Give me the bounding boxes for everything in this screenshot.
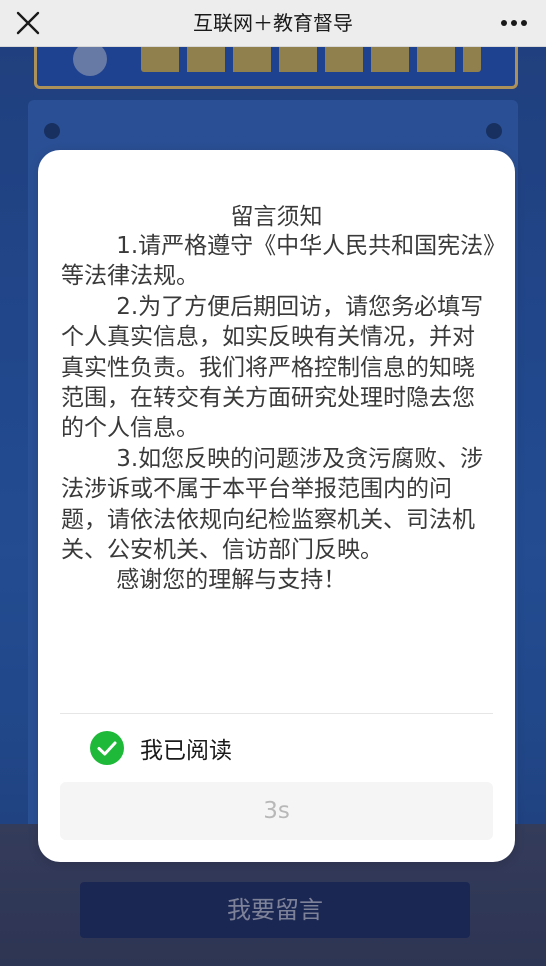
top-navbar: 互联网＋教育督导 (0, 0, 546, 47)
more-icon[interactable] (500, 10, 528, 36)
notice-body: 1.请严格遵守《中华人民共和国宪法》等法律法规。 2.为了方便后期回访，请您务必… (61, 231, 497, 596)
countdown-confirm-button[interactable]: 3s (60, 782, 493, 840)
divider (60, 713, 493, 714)
notice-paragraph: 1.请严格遵守《中华人民共和国宪法》等法律法规。 (61, 233, 495, 290)
notice-paragraph: 2.为了方便后期回访，请您务必填写个人真实信息，如实反映有关情况，并对真实性负责… (61, 293, 484, 442)
notice-modal: 留言须知 1.请严格遵守《中华人民共和国宪法》等法律法规。 2.为了方便后期回访… (38, 150, 515, 862)
notice-paragraph: 感谢您的理解与支持！ (116, 567, 347, 594)
read-confirm-label: 我已阅读 (140, 738, 232, 764)
notice-title: 留言须知 (230, 204, 323, 230)
page-title: 互联网＋教育督导 (193, 11, 353, 35)
check-circle-icon (90, 731, 124, 765)
read-confirm-checkbox[interactable]: 我已阅读 (90, 728, 232, 768)
notice-paragraph: 3.如您反映的问题涉及贪污腐败、涉法涉诉或不属于本平台举报范围内的问题，请依法依… (61, 445, 484, 564)
